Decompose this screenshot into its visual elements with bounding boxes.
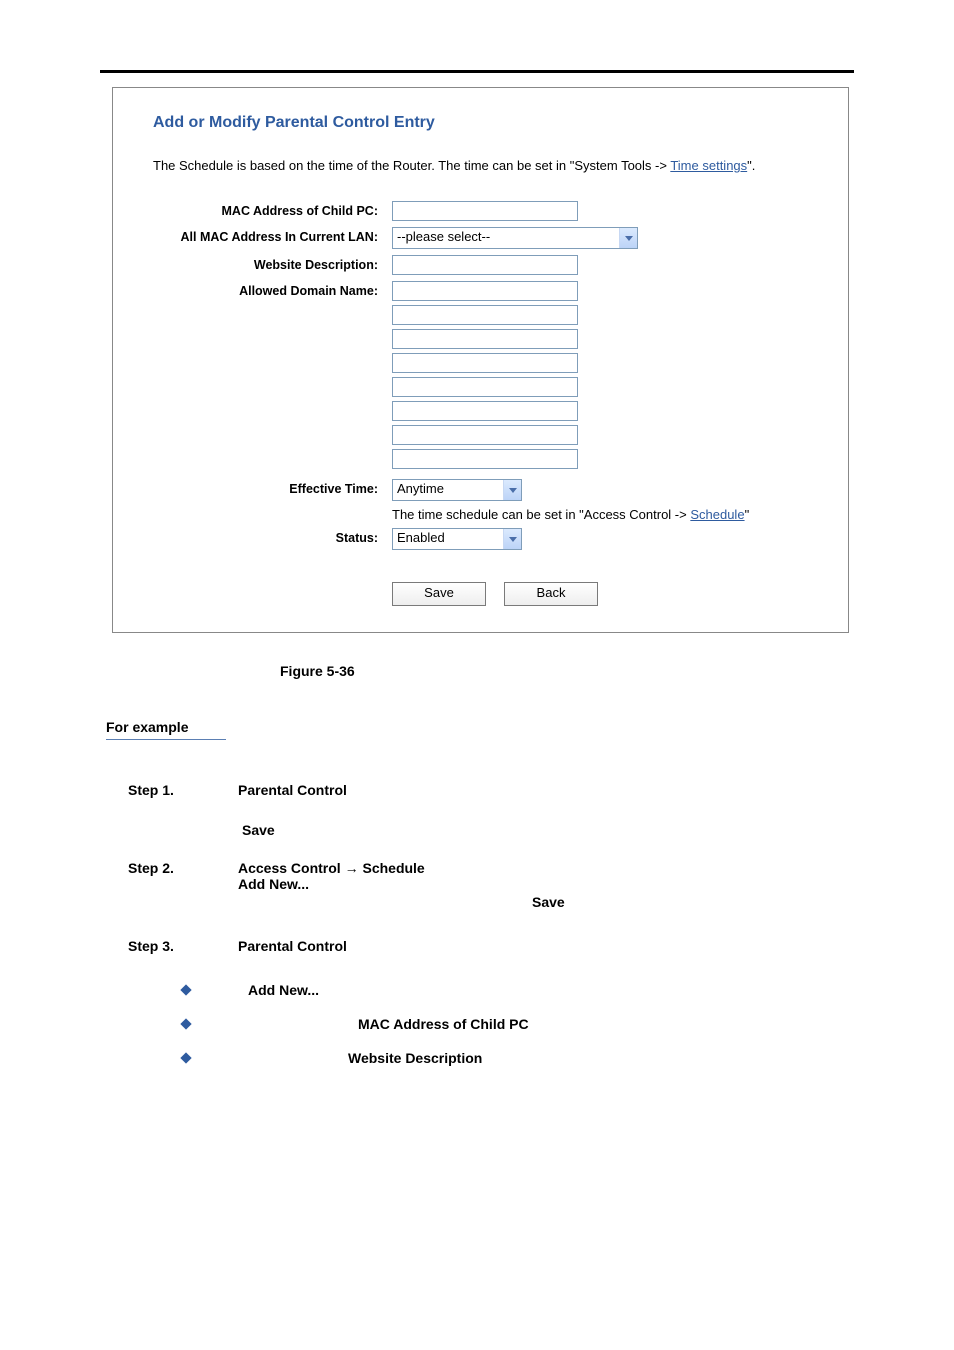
allowed-domain-input-6[interactable] [392, 401, 578, 421]
bullet-1: Add New... [182, 982, 954, 998]
diamond-icon [180, 1018, 191, 1029]
diamond-icon [180, 1052, 191, 1063]
back-button[interactable]: Back [504, 582, 598, 606]
all-mac-selected: --please select-- [393, 228, 619, 248]
step-1-save: Save [242, 822, 954, 838]
parental-control-panel: Add or Modify Parental Control Entry The… [112, 87, 849, 633]
step-row-3: Step 3. Parental Control [128, 938, 848, 954]
bullet-3-text: Website Description [348, 1050, 482, 1066]
time-settings-link[interactable]: Time settings [670, 158, 747, 173]
effective-time-selected: Anytime [393, 480, 503, 500]
bullet-2-text: MAC Address of Child PC [358, 1016, 529, 1032]
schedule-link[interactable]: Schedule [690, 507, 744, 522]
label-website-desc: Website Description: [153, 255, 392, 272]
chevron-down-icon [619, 228, 637, 248]
bullet-1-text: Add New... [248, 982, 319, 998]
all-mac-select[interactable]: --please select-- [392, 227, 638, 249]
label-allowed-domain: Allowed Domain Name: [153, 281, 392, 298]
intro-prefix: The Schedule is based on the time of the… [153, 158, 670, 173]
allowed-domain-input-7[interactable] [392, 425, 578, 445]
allowed-domain-input-2[interactable] [392, 305, 578, 325]
status-selected: Enabled [393, 529, 503, 549]
allowed-domain-input-8[interactable] [392, 449, 578, 469]
hint-suffix: " [745, 507, 750, 522]
chevron-down-icon [503, 480, 521, 500]
step-1-label: Step 1. [128, 782, 238, 798]
diamond-icon [180, 984, 191, 995]
schedule-intro: The Schedule is based on the time of the… [153, 158, 838, 173]
example-heading: For example [106, 719, 954, 735]
step-1-text: Parental Control [238, 782, 848, 798]
panel-title: Add or Modify Parental Control Entry [153, 114, 838, 132]
step-3-text: Parental Control [238, 938, 848, 954]
allowed-domain-input-5[interactable] [392, 377, 578, 397]
figure-caption: Figure 5-36 [280, 663, 954, 679]
status-select[interactable]: Enabled [392, 528, 522, 550]
step-row-1: Step 1. Parental Control [128, 782, 848, 798]
website-desc-input[interactable] [392, 255, 578, 275]
mac-child-input[interactable] [392, 201, 578, 221]
allowed-domain-input-3[interactable] [392, 329, 578, 349]
allowed-domain-input-4[interactable] [392, 353, 578, 373]
intro-suffix: ". [747, 158, 755, 173]
save-button[interactable]: Save [392, 582, 486, 606]
label-status: Status: [153, 528, 392, 545]
step-2-save: Save [532, 894, 954, 910]
allowed-domain-stack [392, 281, 838, 473]
header-rule [100, 70, 854, 73]
step-2-text: Access Control → Schedule Add New... [238, 860, 848, 892]
step-3-label: Step 3. [128, 938, 238, 954]
bullets-block: Add New... MAC Address of Child PC Websi… [182, 982, 954, 1066]
hint-prefix: The time schedule can be set in "Access … [392, 507, 690, 522]
chevron-down-icon [503, 529, 521, 549]
example-rule [106, 739, 226, 740]
label-effective-time: Effective Time: [153, 479, 392, 496]
step-2-label: Step 2. [128, 860, 238, 892]
effective-time-hint: The time schedule can be set in "Access … [392, 507, 838, 522]
allowed-domain-input-1[interactable] [392, 281, 578, 301]
label-mac-child: MAC Address of Child PC: [153, 201, 392, 218]
bullet-3: Website Description [182, 1050, 954, 1066]
label-all-mac: All MAC Address In Current LAN: [153, 227, 392, 244]
effective-time-select[interactable]: Anytime [392, 479, 522, 501]
bullet-2: MAC Address of Child PC [182, 1016, 954, 1032]
step-row-2: Step 2. Access Control → Schedule Add Ne… [128, 860, 848, 892]
